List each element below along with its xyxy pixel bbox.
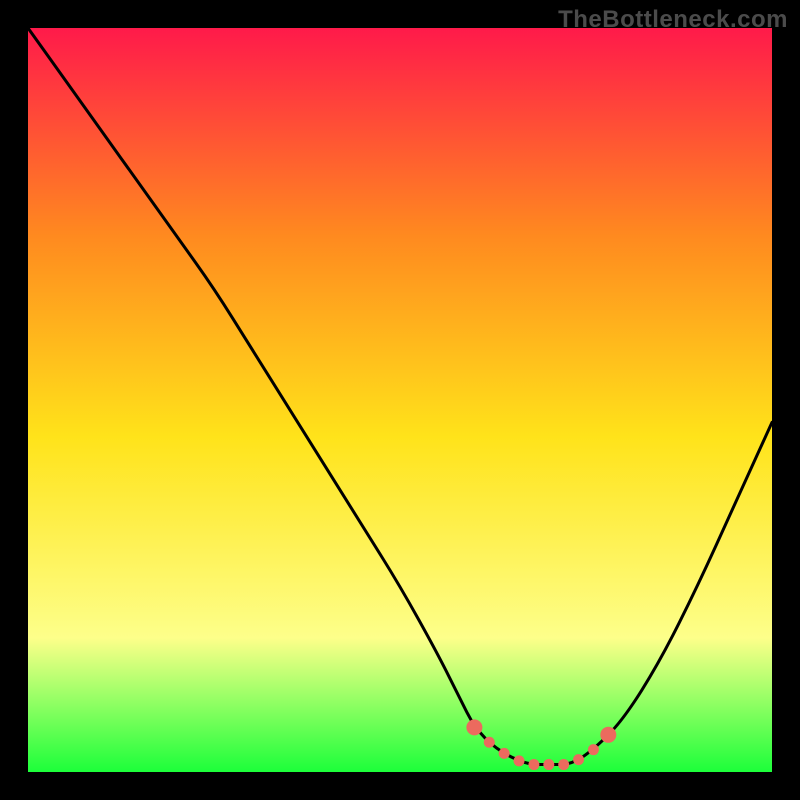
chart-frame: TheBottleneck.com bbox=[0, 0, 800, 800]
plot-area bbox=[28, 28, 772, 772]
highlight-dot bbox=[588, 744, 599, 755]
highlight-dot bbox=[484, 737, 495, 748]
bottleneck-chart bbox=[28, 28, 772, 772]
highlight-dot bbox=[466, 719, 482, 735]
highlight-dot bbox=[573, 754, 584, 765]
highlight-dot bbox=[558, 759, 569, 770]
highlight-dot bbox=[600, 727, 616, 743]
highlight-dot bbox=[528, 759, 539, 770]
highlight-dot bbox=[499, 748, 510, 759]
highlight-dot bbox=[514, 755, 525, 766]
highlight-dot bbox=[543, 759, 554, 770]
